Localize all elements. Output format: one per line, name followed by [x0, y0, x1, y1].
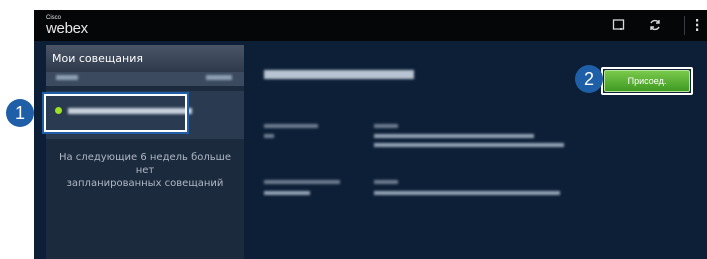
sidebar-column-headers [46, 72, 244, 86]
blurred-detail-value [264, 134, 274, 138]
blurred-column-header [56, 75, 78, 80]
top-bar: Cisco webex [34, 10, 707, 41]
blurred-detail-label [374, 180, 398, 184]
blurred-detail-text [374, 134, 534, 138]
blurred-detail-label [374, 124, 398, 128]
logo-webex-text: webex [46, 20, 88, 37]
meetings-sidebar: Мои совещания На следующие 6 недель боль… [46, 45, 244, 259]
blurred-meeting-heading [264, 70, 414, 79]
blurred-detail-text [374, 143, 564, 147]
blurred-detail-value [264, 191, 310, 195]
sidebar-header: Мои совещания [46, 45, 244, 72]
meeting-highlight-frame [42, 92, 189, 134]
toolbar-divider [684, 16, 685, 35]
blurred-column-header [206, 75, 232, 80]
overflow-menu-icon[interactable] [690, 18, 704, 32]
blurred-detail-label [264, 124, 318, 128]
sidebar-title: Мои совещания [52, 52, 143, 65]
blurred-detail-text [374, 191, 560, 195]
blurred-detail-label [264, 180, 340, 184]
callout-badge-1: 1 [6, 99, 34, 127]
join-button[interactable]: Присоед. [604, 70, 690, 92]
new-meeting-icon[interactable] [612, 18, 626, 32]
refresh-icon[interactable] [648, 18, 662, 32]
no-meetings-message: На следующие 6 недель больше нет заплани… [58, 152, 231, 189]
callout-badge-2: 2 [575, 65, 603, 93]
webex-app-screen: Cisco webex Мои совещания На следующие 6… [34, 10, 707, 259]
